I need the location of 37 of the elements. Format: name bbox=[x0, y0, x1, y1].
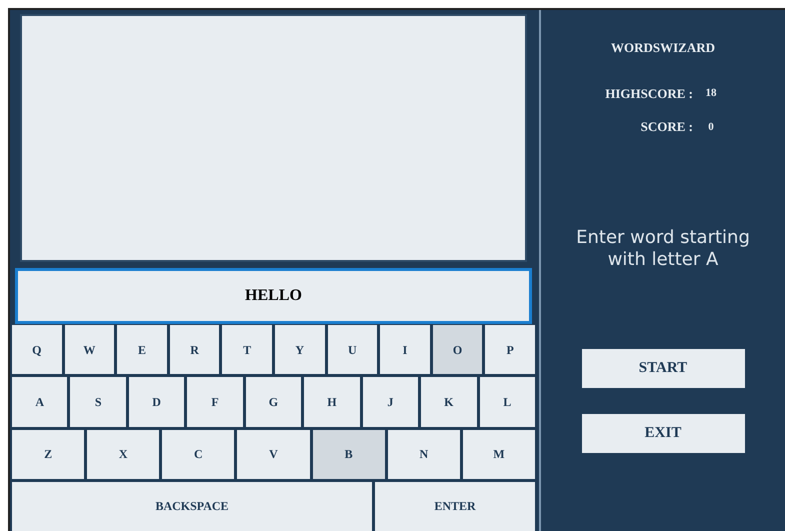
keyboard-key[interactable]: X bbox=[87, 430, 160, 479]
game-title: WORDSWIZARD bbox=[610, 39, 715, 57]
score-value: 18 bbox=[704, 86, 718, 101]
keyboard-key[interactable]: B bbox=[312, 430, 385, 479]
keyboard-key[interactable]: A bbox=[12, 377, 68, 426]
keyboard-key[interactable]: S bbox=[70, 377, 126, 426]
keyboard-key[interactable]: U bbox=[328, 325, 378, 374]
keyboard-key[interactable]: BACKSPACE bbox=[12, 482, 372, 531]
keyboard-key[interactable]: C bbox=[162, 430, 234, 479]
keyboard-key[interactable]: E bbox=[117, 325, 167, 374]
keyboard-key[interactable]: F bbox=[187, 377, 243, 426]
keyboard-key[interactable]: Y bbox=[274, 325, 325, 374]
game-button[interactable]: START bbox=[582, 348, 744, 388]
keyboard-key[interactable]: J bbox=[362, 377, 418, 426]
keyboard-key[interactable]: K bbox=[421, 377, 476, 426]
keyboard-key[interactable]: Z bbox=[12, 430, 84, 479]
word-input-field[interactable]: HELLO bbox=[15, 268, 532, 324]
score-label: SCORE : bbox=[640, 118, 693, 136]
keyboard-key[interactable]: L bbox=[480, 377, 535, 426]
keyboard-key[interactable]: I bbox=[380, 325, 430, 374]
keyboard-key[interactable]: ENTER bbox=[375, 482, 535, 531]
keyboard-key[interactable]: T bbox=[222, 325, 272, 374]
keyboard-key[interactable]: D bbox=[128, 377, 184, 426]
keyboard-key[interactable]: M bbox=[462, 430, 535, 479]
prompt-text: Enter word starting with letter A bbox=[575, 226, 751, 270]
keyboard-key[interactable]: O bbox=[432, 325, 482, 374]
keyboard-key[interactable]: R bbox=[170, 325, 220, 374]
keyboard-key[interactable]: V bbox=[237, 430, 310, 479]
keyboard-key[interactable]: Q bbox=[12, 325, 62, 374]
keyboard-key[interactable]: P bbox=[485, 325, 535, 374]
keyboard-key[interactable]: G bbox=[246, 377, 302, 426]
game-button[interactable]: EXIT bbox=[582, 414, 744, 452]
keyboard-key[interactable]: H bbox=[304, 377, 360, 426]
score-value: 0 bbox=[707, 120, 715, 134]
score-label: HIGHSCORE : bbox=[604, 84, 693, 102]
keyboard-key[interactable]: W bbox=[64, 325, 114, 374]
keyboard-key[interactable]: N bbox=[388, 430, 460, 479]
